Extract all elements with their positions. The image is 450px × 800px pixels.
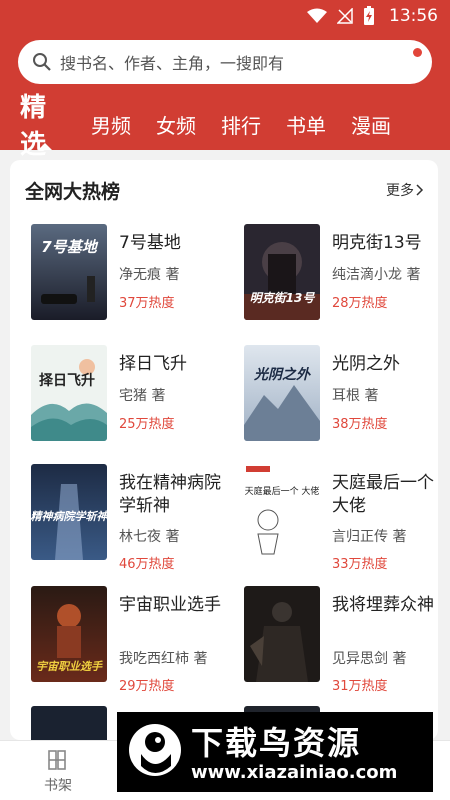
cover-title: 明克街13号 (250, 291, 316, 305)
no-signal-icon (337, 8, 353, 24)
tab-male[interactable]: 男频 (90, 102, 132, 146)
book-author: 我吃西红柿 著 (119, 651, 208, 667)
book-title: 择日飞升 (119, 354, 187, 374)
tab-ranking[interactable]: 排行 (220, 102, 262, 146)
bird-logo-icon (129, 724, 181, 776)
book-title: 天庭最后一个大佬 (332, 473, 434, 516)
book-cover: 7号基地 (31, 224, 107, 320)
app-header: 13:56 搜书名、作者、主角，一搜即有 精选 男频 女频 排行 书单 漫画 (0, 0, 450, 160)
book-heat: 28万热度 (332, 296, 388, 311)
cover-title: 7号基地 (41, 238, 98, 256)
tab-female[interactable]: 女频 (155, 102, 197, 146)
search-icon (33, 53, 51, 71)
category-tabs: 精选 男频 女频 排行 书单 漫画 (0, 93, 450, 160)
section-title: 全网大热榜 (25, 181, 121, 203)
tab-label: 男频 (91, 113, 131, 138)
book-author: 净无痕 著 (119, 267, 180, 283)
book-heat: 31万热度 (332, 679, 388, 694)
book-heat: 46万热度 (119, 557, 175, 572)
book-author: 宅猪 著 (119, 388, 166, 404)
search-placeholder: 搜书名、作者、主角，一搜即有 (60, 54, 285, 73)
book-title: 宇宙职业选手 (119, 595, 221, 615)
book-item[interactable]: 明克街13号 明克街13号 纯洁滴小龙 著 28万热度 (244, 224, 438, 324)
book-cover: 宇宙职业选手 (31, 586, 107, 682)
search-bar[interactable]: 搜书名、作者、主角，一搜即有 (18, 40, 432, 84)
book-author: 纯洁滴小龙 著 (332, 267, 421, 283)
book-title: 明克街13号 (332, 233, 422, 253)
chevron-right-icon (416, 184, 424, 196)
watermark-title: 下载鸟资源 (191, 724, 362, 762)
tab-label: 排行 (221, 113, 261, 138)
book-author: 见异思剑 著 (332, 651, 407, 667)
book-author: 言归正传 著 (332, 529, 407, 545)
book-item[interactable]: 宇宙职业选手 宇宙职业选手 我吃西红柿 著 29万热度 (31, 586, 231, 694)
book-title: 光阴之外 (332, 354, 400, 374)
nav-label: 书架 (44, 778, 72, 794)
book-item[interactable]: 光阴之外 光阴之外 耳根 著 38万热度 (244, 345, 438, 445)
book-item[interactable]: 我将埋葬众神 见异思剑 著 31万热度 (244, 586, 438, 694)
book-author: 耳根 著 (332, 388, 379, 404)
book-item[interactable]: 择日飞升 择日飞升 宅猪 著 25万热度 (31, 345, 231, 445)
watermark-url: www.xiazainiao.com (191, 762, 398, 783)
tab-label: 漫画 (351, 113, 391, 138)
watermark-banner: 下载鸟资源 www.xiazainiao.com (117, 712, 433, 792)
book-heat: 29万热度 (119, 679, 175, 694)
book-cover: 光阴之外 (244, 345, 320, 441)
tab-label: 女频 (156, 113, 196, 138)
battery-charging-icon (364, 6, 374, 25)
cover-title: 择日飞升 (39, 372, 95, 389)
cover-title: 宇宙职业选手 (36, 660, 103, 673)
book-item[interactable]: 天庭最后一个 大佬 天庭最后一个大佬 言归正传 著 33万热度 (244, 464, 438, 572)
status-icons: 13:56 (307, 5, 438, 27)
more-link[interactable]: 更多 (386, 180, 424, 200)
tab-comics[interactable]: 漫画 (350, 102, 392, 146)
book-heat: 38万热度 (332, 417, 388, 432)
book-title: 我将埋葬众神 (332, 595, 434, 615)
book-item[interactable]: 7号基地 7号基地 净无痕 著 37万热度 (31, 224, 231, 324)
wifi-icon (307, 8, 327, 23)
book-author: 林七夜 著 (119, 529, 180, 545)
tab-label: 书单 (286, 113, 326, 138)
book-cover (244, 586, 320, 682)
notification-dot (413, 48, 422, 57)
book-heat: 25万热度 (119, 417, 175, 432)
active-tab-indicator (38, 143, 52, 150)
cover-title: 天庭最后一个 大佬 (245, 485, 320, 497)
book-cover: 明克街13号 (244, 224, 320, 320)
book-cover: 择日飞升 (31, 345, 107, 441)
status-time: 13:56 (389, 6, 438, 26)
book-cover: 天庭最后一个 大佬 (244, 464, 320, 560)
book-cover: 精神病院学斩神 (31, 464, 107, 560)
nav-bookshelf[interactable]: 书架 (38, 749, 78, 795)
book-item[interactable]: 精神病院学斩神 我在精神病院学斩神 林七夜 著 46万热度 (31, 464, 231, 572)
more-label: 更多 (386, 183, 414, 199)
status-bar: 13:56 (0, 0, 450, 32)
cover-title: 光阴之外 (253, 366, 311, 383)
book-title: 7号基地 (119, 233, 181, 253)
book-heat: 33万热度 (332, 557, 388, 572)
book-heat: 37万热度 (119, 296, 175, 311)
bookshelf-icon (48, 750, 66, 770)
book-title: 我在精神病院学斩神 (119, 473, 221, 516)
tab-featured[interactable]: 精选 (20, 93, 70, 160)
hot-list-card: 全网大热榜 更多 7号基地 7号基地 净无痕 著 37万热度 明克街13号 明克… (10, 160, 438, 740)
tab-booklist[interactable]: 书单 (285, 102, 327, 146)
book-cover-partial (31, 706, 107, 740)
cover-title: 精神病院学斩神 (31, 510, 107, 523)
